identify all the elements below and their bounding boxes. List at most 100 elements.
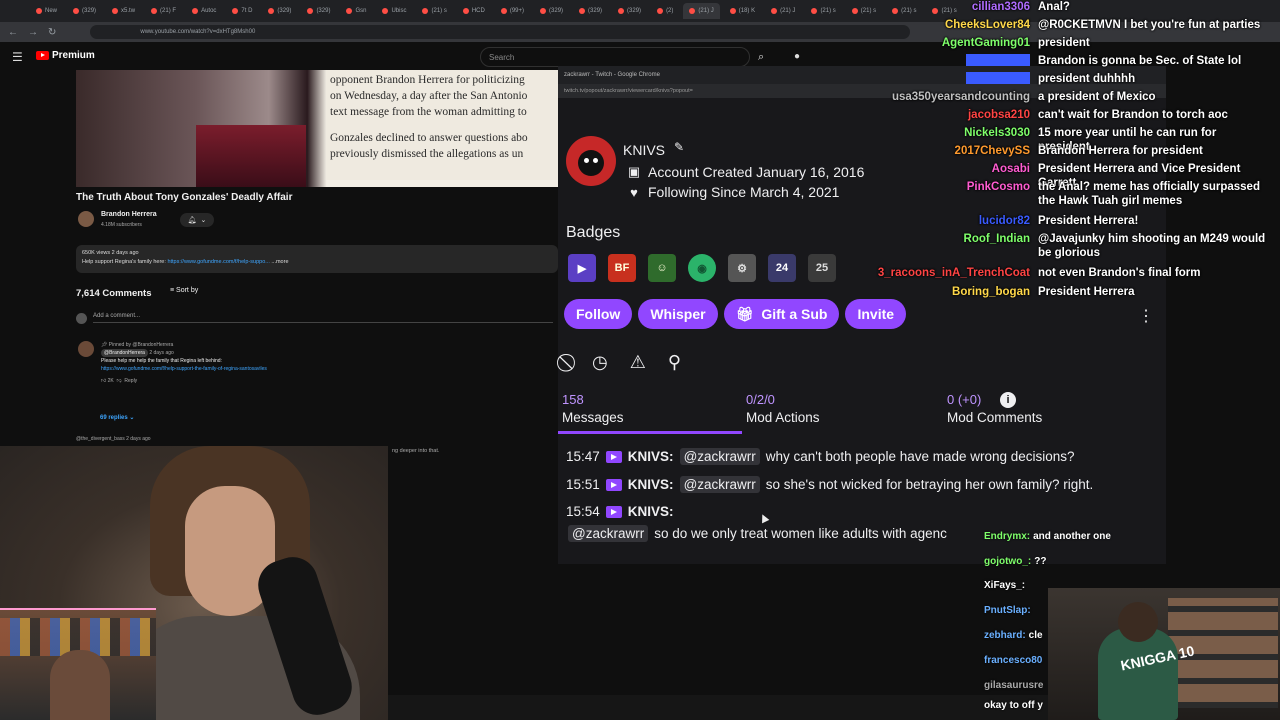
browser-tab[interactable]: 7t D [226, 3, 258, 19]
reload-icon[interactable]: ↻ [48, 27, 56, 38]
replies-toggle[interactable]: 69 replies ⌄ [100, 414, 134, 421]
dislike-icon[interactable]: 👎︎ [117, 378, 122, 384]
forward-icon[interactable]: → [28, 27, 38, 38]
chat-username[interactable]: jacobsa210 [850, 108, 1030, 122]
browser-tab[interactable]: (329) [67, 3, 102, 19]
browser-tab[interactable]: (99+) [495, 3, 530, 19]
youtube-logo[interactable]: Premium [36, 50, 95, 61]
browser-tab[interactable]: Ubisc [376, 3, 412, 19]
badge-icon[interactable]: ⚙ [728, 254, 756, 282]
gift-sub-button[interactable]: 🎁︎ Gift a Sub [723, 299, 840, 329]
chat-username[interactable]: CheeksLover84 [850, 18, 1030, 32]
description-box[interactable]: 650K views 2 days ago Help support Regin… [76, 245, 558, 273]
info-icon[interactable]: i [1000, 392, 1016, 408]
whisper-button[interactable]: Whisper [638, 299, 718, 329]
chat-username[interactable]: XiFays_: [984, 580, 1025, 591]
description-link[interactable]: https://www.gofundme.com/f/help-suppo... [167, 259, 269, 265]
mention[interactable]: @zackrawrr [568, 525, 649, 542]
like-icon[interactable]: 👍︎ [101, 378, 108, 384]
tab-messages[interactable]: 158 Messages [562, 392, 624, 425]
sort-by-button[interactable]: ≡ Sort by [170, 287, 198, 294]
microphone-icon[interactable]: ● [794, 51, 800, 62]
chat-username[interactable]: francesco80 [984, 655, 1042, 666]
show-more-link[interactable]: ...more [271, 259, 288, 265]
browser-tab[interactable]: (21) s [805, 3, 841, 19]
pinned-label: 📌︎ Pinned by @BrandonHerrera [101, 342, 174, 348]
add-comment-input[interactable]: Add a comment... [93, 313, 553, 323]
chat-username[interactable]: PnutSlap: [984, 605, 1031, 616]
chat-username[interactable]: okay to off y [984, 700, 1043, 711]
comment-avatar[interactable] [78, 341, 94, 357]
browser-tab[interactable]: (2) [651, 3, 679, 19]
browser-tab[interactable]: Gsn [340, 3, 372, 19]
chat-username[interactable]: Roof_Indian [850, 232, 1030, 260]
comment-time: 2 days ago [149, 350, 174, 356]
follow-button[interactable]: Follow [564, 299, 633, 329]
warn-icon[interactable]: ⚠ [630, 352, 646, 373]
browser-tab[interactable]: (329) [534, 3, 569, 19]
browser-tab[interactable]: (21) J [683, 3, 720, 19]
message-row: 15:51 KNIVS: @zackrawrr so she's not wicked… [566, 476, 1094, 493]
mention[interactable]: @zackrawrr [679, 448, 760, 465]
tab-favicon-icon [232, 8, 239, 14]
chat-username[interactable] [966, 72, 1030, 84]
chat-username[interactable]: Endrymx: [984, 531, 1030, 542]
tab-label: (18) K [738, 8, 756, 14]
browser-tab[interactable]: Autoc [186, 3, 222, 19]
channel-name[interactable]: Brandon Herrera [101, 211, 157, 218]
comment-author[interactable]: @BrandonHerrera [101, 349, 148, 357]
chat-username[interactable]: lucidor82 [850, 214, 1030, 228]
hamburger-menu-icon[interactable]: ☰ [12, 50, 23, 64]
browser-tab[interactable]: (21) J [765, 3, 801, 19]
chat-username[interactable]: Boring_bogan [850, 285, 1030, 299]
chat-username[interactable]: zebhard: [984, 630, 1026, 641]
notification-bell-button[interactable]: 🔔︎ ⌄ [180, 213, 214, 227]
tab-mod-comments[interactable]: 0 (+0) Mod Comments [947, 392, 1042, 425]
add-mod-icon[interactable]: ⚲ [668, 352, 681, 373]
browser-tab[interactable]: HCD [457, 3, 491, 19]
browser-tab[interactable]: x5.tw [106, 3, 141, 19]
browser-tab[interactable]: (329) [262, 3, 297, 19]
bottom-bar [388, 695, 1048, 720]
chat-username[interactable]: usa350yearsandcounting [850, 90, 1030, 104]
edit-pencil-icon[interactable]: ✎ [674, 140, 684, 154]
badge-icon[interactable]: ◉ [688, 254, 716, 282]
badge-icon[interactable]: ☺ [648, 254, 676, 282]
search-icon[interactable]: ⌕ [758, 51, 764, 64]
chat-username[interactable]: gojotwo_: [984, 556, 1031, 567]
badge-icon[interactable]: 24 [768, 254, 796, 282]
invite-button[interactable]: Invite [845, 299, 907, 329]
browser-tab[interactable]: (18) K [724, 3, 761, 19]
comment-link[interactable]: https://www.gofundme.com/f/help-support-… [101, 365, 267, 373]
url-field[interactable]: www.youtube.com/watch?v=dxHTg8Msh00 [90, 25, 911, 39]
chat-username[interactable]: cillian3306 [850, 0, 1030, 14]
channel-avatar[interactable] [78, 211, 94, 227]
reply-button[interactable]: Reply [124, 378, 137, 384]
chat-text: Brandon is gonna be Sec. of State lol [1038, 55, 1242, 67]
badge-icon[interactable]: 25 [808, 254, 836, 282]
tab-label: New [45, 8, 58, 14]
chat-username[interactable]: gilasaurusre [984, 680, 1043, 691]
browser-tab[interactable]: (329) [612, 3, 647, 19]
back-icon[interactable]: ← [8, 27, 18, 38]
chat-username[interactable]: AgentGaming01 [850, 36, 1030, 50]
chat-username[interactable]: 3_racoons_inA_TrenchCoat [850, 266, 1030, 280]
chat-username[interactable] [966, 54, 1030, 66]
tab-mod-actions[interactable]: 0/2/0 Mod Actions [746, 392, 820, 425]
more-options-icon[interactable]: ⋮ [1138, 306, 1154, 326]
badge-icon[interactable]: ▶ [568, 254, 596, 282]
browser-tab[interactable]: (21) s [416, 3, 452, 19]
mention[interactable]: @zackrawrr [679, 476, 760, 493]
guest-webcam: KNIGGA 10 [1048, 588, 1280, 720]
browser-tab[interactable]: (21) F [145, 3, 182, 19]
browser-tab[interactable]: (329) [573, 3, 608, 19]
search-input[interactable]: Search [480, 47, 750, 67]
browser-tab[interactable]: (329) [301, 3, 336, 19]
chat-username[interactable]: PinkCosmo [850, 180, 1030, 208]
browser-tab[interactable]: New [30, 3, 63, 19]
badge-icon[interactable]: BF [608, 254, 636, 282]
video-title: The Truth About Tony Gonzales' Deadly Af… [76, 192, 293, 203]
chat-username[interactable]: 2017ChevySS [850, 144, 1030, 158]
timeout-icon[interactable]: ◷ [592, 352, 608, 373]
description-stats: 650K views 2 days ago [82, 250, 139, 256]
